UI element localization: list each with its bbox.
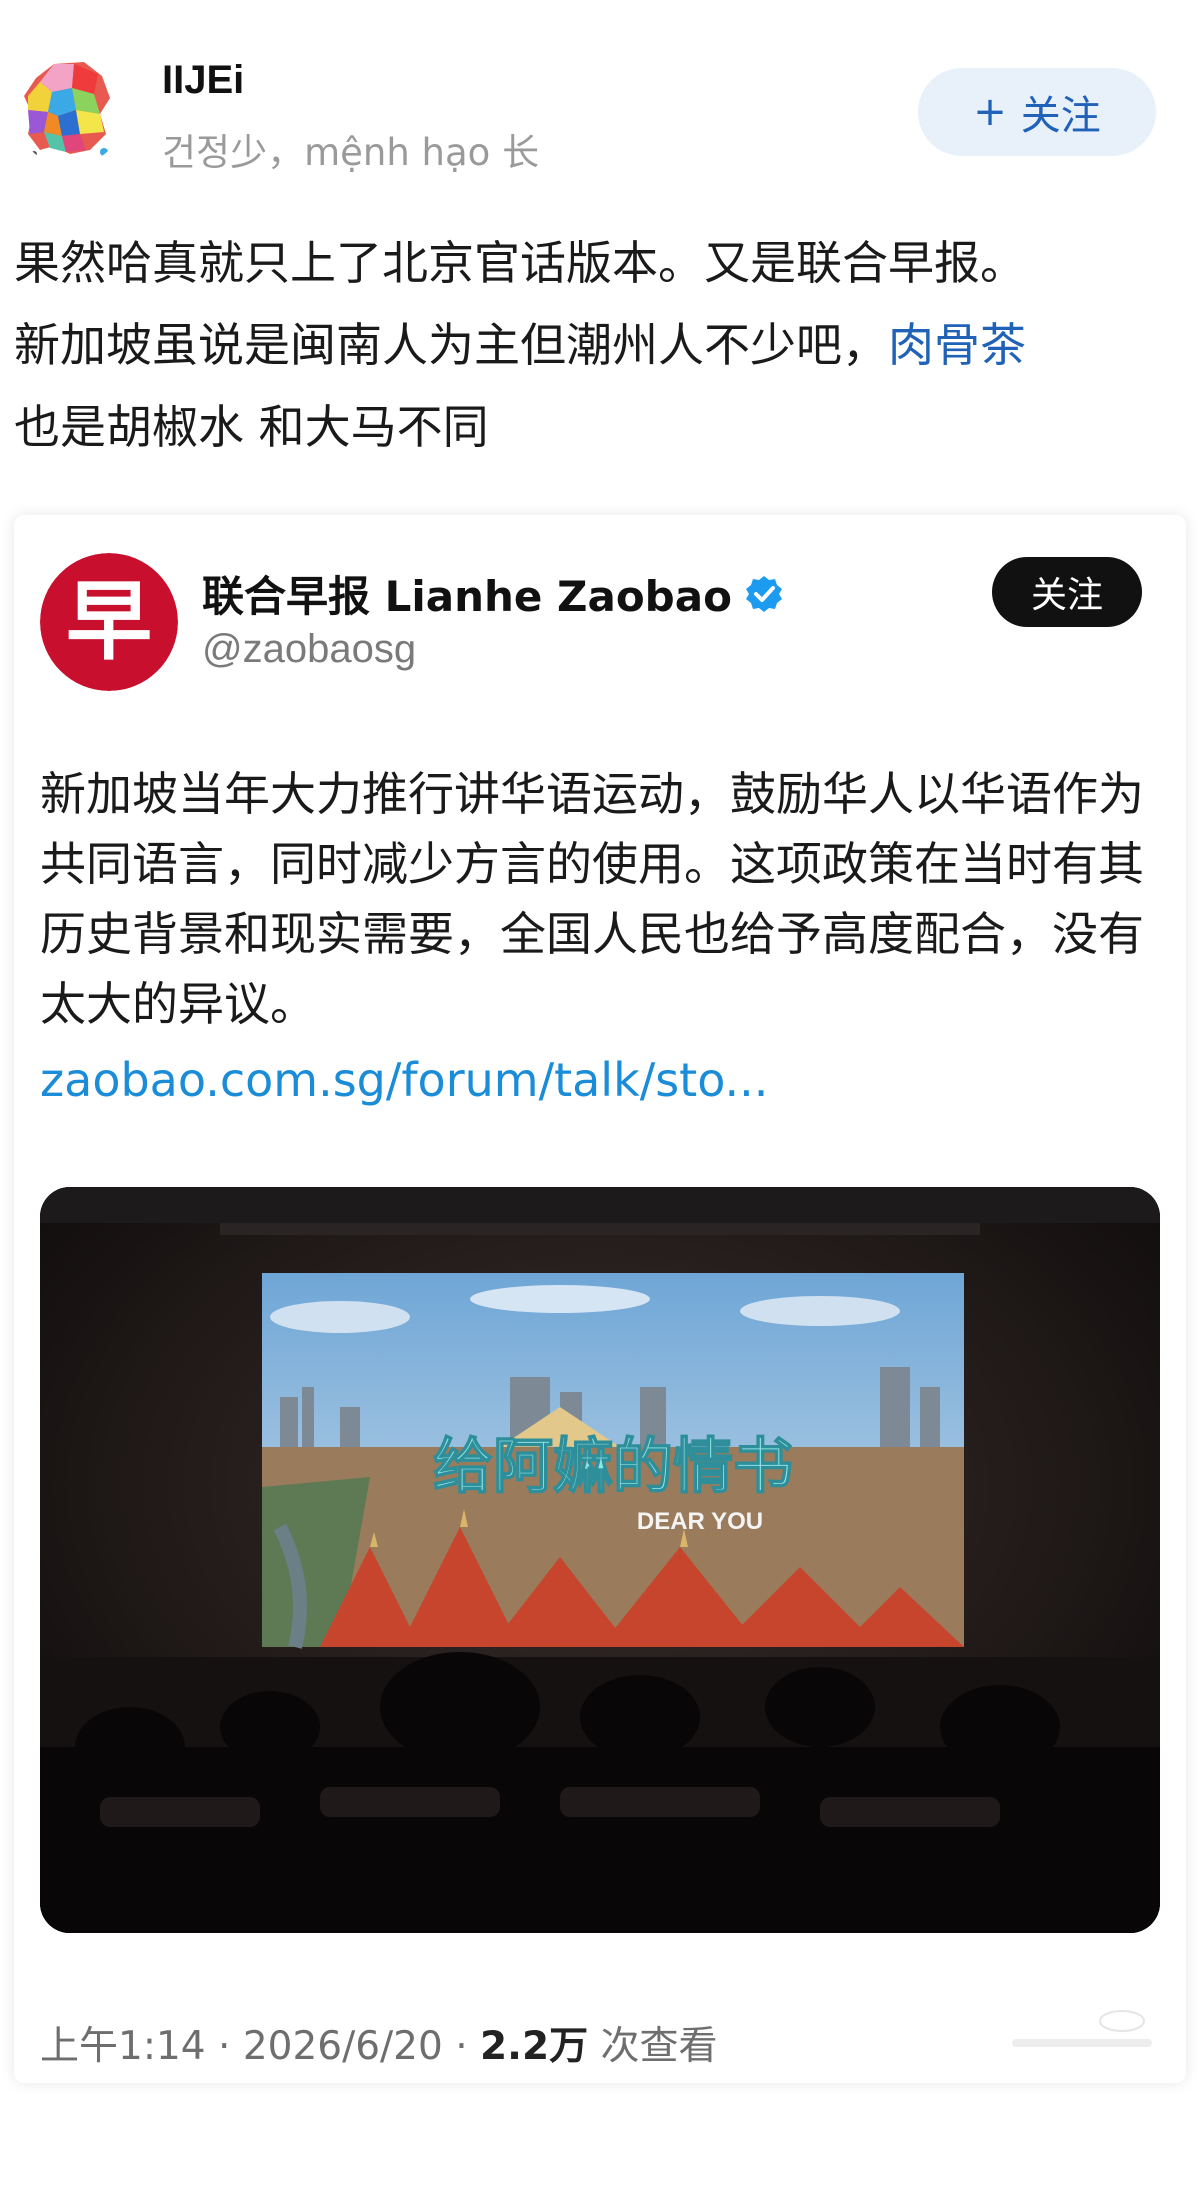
plus-icon: + bbox=[973, 89, 1007, 135]
topic-link[interactable]: 肉骨茶 bbox=[888, 318, 1026, 372]
footer-separator: · bbox=[218, 2024, 231, 2069]
cinema-screen-image: 给阿嫲的情书 DEAR YOU bbox=[40, 1187, 1160, 1933]
media-subtitle-text: DEAR YOU bbox=[637, 1508, 763, 1535]
quoted-post-link[interactable]: zaobao.com.sg/forum/talk/sto... bbox=[40, 1053, 768, 1107]
avatar-map-icon bbox=[14, 54, 126, 166]
zaobao-logo-char: 早 bbox=[66, 572, 152, 672]
view-count: 2.2万 bbox=[480, 2024, 589, 2069]
verified-badge-icon bbox=[745, 575, 782, 612]
follow-button-label: 关注 bbox=[1020, 93, 1101, 139]
watermark-icon bbox=[1012, 2010, 1152, 2047]
quoted-media-image[interactable]: 给阿嫲的情书 DEAR YOU bbox=[40, 1187, 1160, 1933]
user-avatar[interactable] bbox=[14, 54, 126, 166]
quoted-follow-button[interactable]: 关注 bbox=[992, 557, 1142, 627]
post-header: IIJEi 건정少，mệnh hạo 长 + 关注 bbox=[0, 0, 1200, 180]
footer-separator: · bbox=[455, 2024, 468, 2069]
post-text: 果然哈真就只上了北京官话版本。又是联合早报。 新加坡虽说是闽南人为主但潮州人不少… bbox=[14, 222, 1186, 468]
zaobao-logo-icon[interactable]: 早 bbox=[40, 553, 178, 691]
quoted-author-row: 联合早报 Lianhe Zaobao bbox=[202, 563, 784, 624]
post-time: 上午1:14 bbox=[40, 2024, 206, 2069]
user-description: 건정少，mệnh hạo 长 bbox=[162, 131, 540, 174]
username[interactable]: IIJEi bbox=[162, 58, 244, 103]
post-text-line-2-prefix: 新加坡虽说是闽南人为主但潮州人不少吧， bbox=[14, 318, 888, 372]
follow-button[interactable]: + 关注 bbox=[918, 68, 1156, 156]
quoted-author-name[interactable]: 联合早报 Lianhe Zaobao bbox=[202, 563, 732, 624]
post-text-line-3: 也是胡椒水 和大马不同 bbox=[14, 400, 489, 454]
quoted-post-footer: 上午1:14 · 2026/6/20 · 2.2万 次查看 bbox=[40, 2015, 718, 2071]
view-count-label: 次查看 bbox=[600, 2024, 718, 2069]
quoted-post-text: 新加坡当年大力推行讲华语运动，鼓励华人以华语作为共同语言，同时减少方言的使用。这… bbox=[40, 767, 1144, 1031]
media-title-text: 给阿嫲的情书 bbox=[433, 1432, 793, 1502]
quoted-post-card[interactable]: 早 联合早报 Lianhe Zaobao @zaobaosg 关注 新加坡当年大… bbox=[14, 515, 1186, 2083]
zaobao-logo-graphic: 早 bbox=[40, 553, 178, 691]
post-date: 2026/6/20 bbox=[242, 2024, 443, 2069]
post-text-line-1: 果然哈真就只上了北京官话版本。又是联合早报。 bbox=[14, 236, 1026, 290]
quoted-author-handle[interactable]: @zaobaosg bbox=[202, 627, 416, 672]
post-text-line-2: 新加坡虽说是闽南人为主但潮州人不少吧，肉骨茶 bbox=[14, 304, 1186, 386]
